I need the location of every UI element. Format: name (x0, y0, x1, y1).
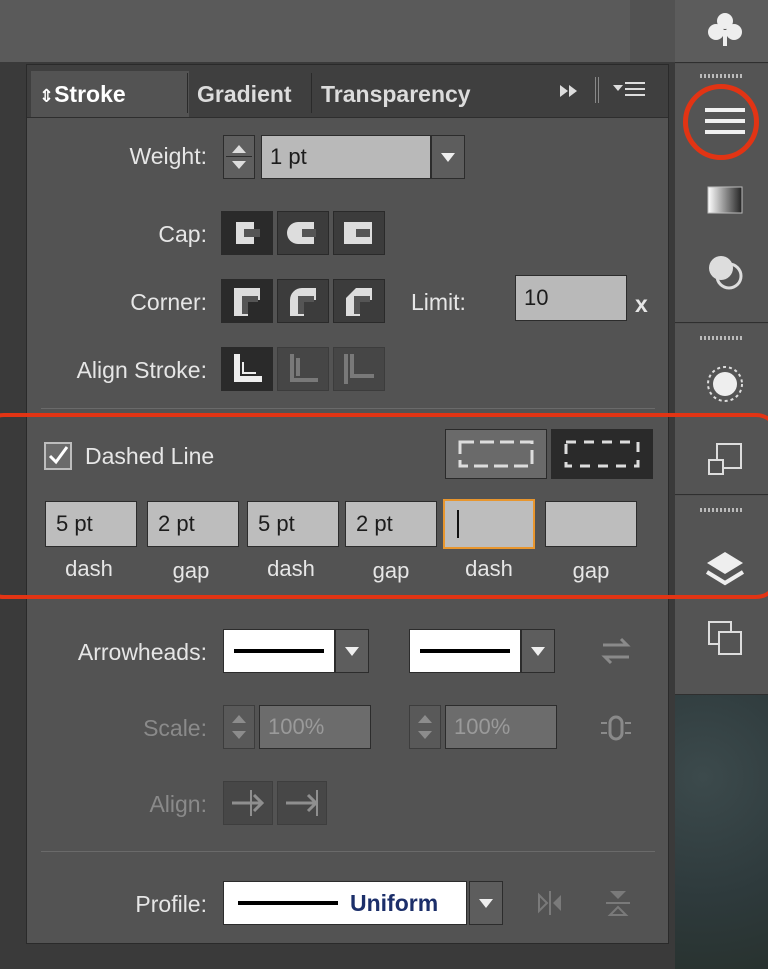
profile-value: Uniform (350, 890, 439, 916)
expand-panel-icon[interactable] (557, 79, 581, 103)
panel-menu-icon[interactable] (611, 77, 647, 103)
align-arrow-label: Align: (149, 791, 207, 817)
canvas-background-top (0, 0, 675, 62)
cap-label: Cap: (158, 221, 207, 247)
weight-input[interactable]: 1 pt (261, 135, 431, 179)
weight-label: Weight: (129, 143, 207, 169)
miter-join-button[interactable] (221, 279, 273, 323)
align-center-button[interactable] (221, 347, 273, 391)
flip-along-icon[interactable] (535, 887, 565, 919)
club-icon[interactable] (690, 2, 760, 58)
round-join-button[interactable] (277, 279, 329, 323)
profile-label: Profile: (135, 891, 207, 917)
arrowheads-label: Arrowheads: (77, 639, 207, 665)
round-cap-button[interactable] (277, 211, 329, 255)
end-arrowhead-select[interactable] (409, 629, 521, 673)
artboards-icon[interactable] (690, 610, 760, 666)
limit-label: Limit: (411, 289, 466, 315)
dock-grip-2[interactable] (700, 336, 742, 340)
start-arrowhead-select[interactable] (223, 629, 335, 673)
section-divider-2 (41, 851, 655, 852)
tab-stroke-label: Stroke (54, 81, 126, 107)
end-scale-input[interactable]: 100% (445, 705, 557, 749)
section-divider (41, 408, 655, 409)
uniform-profile-icon (238, 901, 338, 905)
appearance-icon[interactable] (690, 356, 760, 412)
tab-separator (187, 73, 188, 113)
arrow-tip-at-end-button[interactable] (277, 781, 327, 825)
end-scale-stepper[interactable] (409, 705, 441, 749)
tab-separator (311, 73, 312, 113)
align-outside-button[interactable] (333, 347, 385, 391)
tab-stroke-chevron-icon: ⇕ (39, 86, 55, 106)
tab-transparency[interactable]: Transparency (317, 71, 499, 117)
limit-unit: x (635, 291, 648, 317)
dashed-line-highlight (0, 413, 768, 599)
tab-stroke[interactable]: ⇕Stroke (31, 71, 189, 117)
weight-dropdown-button[interactable] (431, 135, 465, 179)
butt-cap-button[interactable] (221, 211, 273, 255)
bevel-join-button[interactable] (333, 279, 385, 323)
start-scale-stepper[interactable] (223, 705, 255, 749)
start-scale-input[interactable]: 100% (259, 705, 371, 749)
transparency-icon[interactable] (690, 244, 760, 300)
end-arrowhead-dropdown[interactable] (521, 629, 555, 673)
flip-across-icon[interactable] (603, 887, 633, 919)
canvas-texture (675, 695, 768, 969)
tab-gradient[interactable]: Gradient (189, 71, 313, 117)
scale-label: Scale: (143, 715, 207, 741)
stroke-icon-highlight (683, 84, 759, 160)
corner-label: Corner: (130, 289, 207, 315)
dock-grip[interactable] (700, 74, 742, 78)
arrow-tip-beyond-button[interactable] (223, 781, 273, 825)
start-arrowhead-dropdown[interactable] (335, 629, 369, 673)
align-inside-button[interactable] (277, 347, 329, 391)
panel-divider-icon (595, 77, 599, 103)
projecting-cap-button[interactable] (333, 211, 385, 255)
align-stroke-label: Align Stroke: (76, 357, 207, 383)
weight-stepper[interactable] (223, 135, 255, 179)
swap-arrowheads-icon[interactable] (599, 635, 633, 667)
profile-dropdown[interactable] (469, 881, 503, 925)
link-scale-icon[interactable] (599, 711, 633, 745)
miter-limit-input[interactable]: 10 (515, 275, 627, 321)
canvas-background-top-right (630, 0, 675, 62)
gradient-icon[interactable] (690, 172, 760, 228)
profile-select[interactable]: Uniform (223, 881, 467, 925)
panel-tab-bar: ⇕Stroke Gradient Transparency (27, 65, 668, 118)
